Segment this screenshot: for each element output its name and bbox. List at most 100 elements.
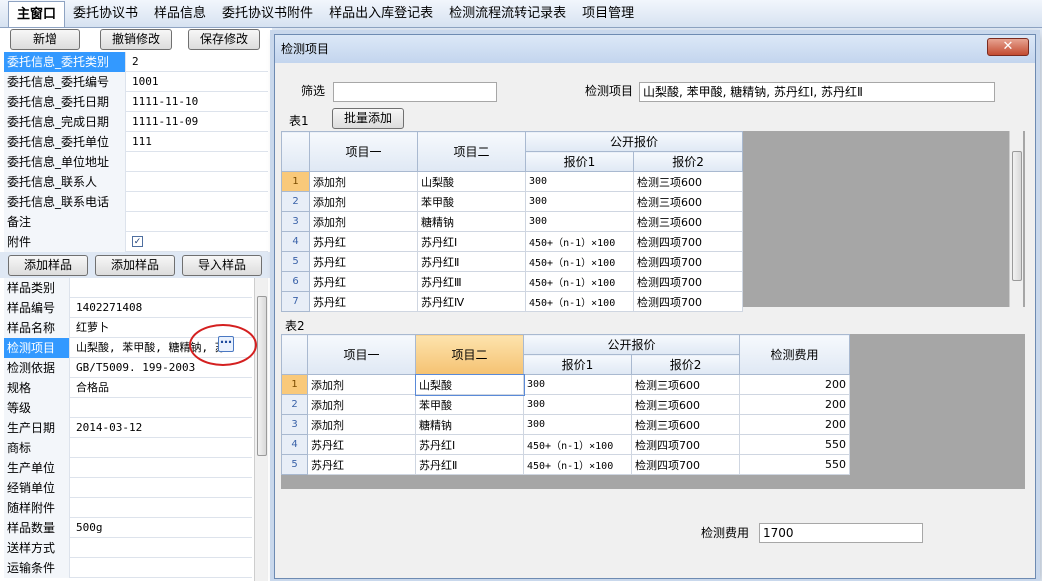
cell-item1[interactable]: 苏丹红 — [307, 454, 416, 475]
add-sample-button-2[interactable]: 添加样品 — [95, 255, 175, 276]
sample-grid-scrollbar[interactable] — [254, 278, 268, 581]
filter-input[interactable] — [333, 82, 497, 102]
row-number[interactable]: 3 — [281, 211, 310, 232]
scrollbar-thumb[interactable] — [1012, 151, 1022, 281]
cell-test-fee[interactable]: 200 — [739, 374, 851, 395]
entrust-prop-value[interactable]: 1111-11-10 — [128, 92, 198, 112]
entrust-prop-row[interactable]: 委托信息_委托编号 1001 — [4, 72, 268, 92]
table-row[interactable]: 5 苏丹红 苏丹红Ⅱ 450+（n-1）×100 检测四项700 550 — [281, 454, 851, 475]
table2-header-quote2[interactable]: 报价2 — [630, 354, 741, 375]
table-row[interactable]: 1 添加剂 山梨酸 300 检测三项600 — [281, 171, 744, 192]
save-changes-button[interactable]: 保存修改 — [188, 29, 260, 50]
cell-item2[interactable]: 苏丹红Ⅱ — [417, 251, 526, 272]
cell-quote1[interactable]: 300 — [523, 374, 632, 395]
add-sample-button[interactable]: 添加样品 — [8, 255, 88, 276]
table1-scrollbar[interactable] — [1009, 131, 1023, 307]
table1-header-item2[interactable]: 项目二 — [417, 131, 526, 172]
row-number[interactable]: 7 — [281, 291, 310, 312]
table1-corner[interactable] — [281, 131, 310, 172]
cell-quote2[interactable]: 检测四项700 — [630, 454, 741, 475]
sample-prop-value[interactable] — [72, 458, 76, 478]
cell-quote1[interactable]: 300 — [523, 414, 632, 435]
sample-prop-row[interactable]: 经销单位 — [4, 478, 252, 498]
sample-prop-row[interactable]: 规格 合格品 — [4, 378, 252, 398]
tab-sample-inout-log[interactable]: 样品出入库登记表 — [321, 1, 441, 27]
row-number[interactable]: 2 — [281, 394, 308, 415]
table-row[interactable]: 3 添加剂 糖精钠 300 检测三项600 — [281, 211, 744, 232]
cell-quote2[interactable]: 检测四项700 — [630, 434, 741, 455]
table-row[interactable]: 5 苏丹红 苏丹红Ⅱ 450+（n-1）×100 检测四项700 — [281, 251, 744, 272]
entrust-prop-row[interactable]: 委托信息_委托类别 2 — [4, 52, 268, 72]
entrust-prop-row[interactable]: 委托信息_联系电话 — [4, 192, 268, 212]
entrust-prop-value[interactable] — [128, 152, 132, 172]
tab-entrust-agreement[interactable]: 委托协议书 — [65, 1, 146, 27]
cell-item2[interactable]: 苯甲酸 — [415, 394, 524, 415]
cell-item2[interactable]: 山梨酸 — [414, 373, 525, 396]
row-number[interactable]: 3 — [281, 414, 308, 435]
table-row[interactable]: 6 苏丹红 苏丹红Ⅲ 450+（n-1）×100 检测四项700 — [281, 271, 744, 292]
cell-quote2[interactable]: 检测三项600 — [630, 374, 741, 395]
checkmark-icon[interactable]: ✓ — [132, 236, 143, 247]
cell-quote1[interactable]: 450+（n-1）×100 — [525, 231, 634, 252]
add-button[interactable]: 新增 — [10, 29, 80, 50]
cell-test-fee[interactable]: 200 — [739, 394, 851, 415]
cell-quote2[interactable]: 检测四项700 — [632, 231, 744, 252]
row-number[interactable]: 6 — [281, 271, 310, 292]
row-number[interactable]: 1 — [281, 374, 308, 395]
table-row[interactable]: 2 添加剂 苯甲酸 300 检测三项600 — [281, 191, 744, 212]
entrust-prop-row[interactable]: 附件 ✓ — [4, 232, 268, 252]
table-row[interactable]: 4 苏丹红 苏丹红Ⅰ 450+（n-1）×100 检测四项700 550 — [281, 434, 851, 455]
sample-prop-row[interactable]: 生产日期 2014-03-12 — [4, 418, 252, 438]
tab-agreement-attachment[interactable]: 委托协议书附件 — [214, 1, 321, 27]
row-number[interactable]: 5 — [281, 251, 310, 272]
entrust-prop-value[interactable] — [128, 172, 132, 192]
row-number[interactable]: 5 — [281, 454, 308, 475]
cell-item1[interactable]: 添加剂 — [309, 171, 418, 192]
sample-prop-value[interactable]: GB/T5009. 199-2003 — [72, 358, 195, 378]
sample-prop-value[interactable] — [72, 278, 76, 298]
cell-item2[interactable]: 苯甲酸 — [417, 191, 526, 212]
entrust-prop-row[interactable]: 委托信息_联系人 — [4, 172, 268, 192]
sample-prop-value[interactable] — [72, 438, 76, 458]
tab-sample-info[interactable]: 样品信息 — [146, 1, 214, 27]
sample-prop-value[interactable]: 合格品 — [72, 378, 109, 398]
cell-item1[interactable]: 苏丹红 — [309, 271, 418, 292]
cell-item1[interactable]: 添加剂 — [307, 414, 416, 435]
sample-prop-value[interactable] — [72, 478, 76, 498]
cell-item1[interactable]: 苏丹红 — [309, 251, 418, 272]
table2-header-item1[interactable]: 项目一 — [307, 334, 416, 375]
entrust-prop-value[interactable] — [128, 212, 132, 232]
cell-item2[interactable]: 苏丹红Ⅳ — [417, 291, 526, 312]
cell-item1[interactable]: 添加剂 — [307, 374, 416, 395]
cell-item2[interactable]: 苏丹红Ⅰ — [417, 231, 526, 252]
cell-quote1[interactable]: 450+（n-1）×100 — [523, 434, 632, 455]
sample-prop-row[interactable]: 商标 — [4, 438, 252, 458]
table1-header-quote2[interactable]: 报价2 — [632, 151, 744, 172]
close-icon[interactable]: ✕ — [987, 38, 1029, 56]
sample-prop-value[interactable] — [72, 498, 76, 518]
cell-item2[interactable]: 山梨酸 — [417, 171, 526, 192]
sample-prop-value[interactable] — [72, 398, 76, 418]
entrust-prop-value[interactable]: 1001 — [128, 72, 159, 92]
sample-prop-row[interactable]: 样品类别 — [4, 278, 252, 298]
cell-item1[interactable]: 苏丹红 — [309, 231, 418, 252]
entrust-prop-row[interactable]: 委托信息_完成日期 1111-11-09 — [4, 112, 268, 132]
cell-item2[interactable]: 苏丹红Ⅰ — [415, 434, 524, 455]
table2-header-item2[interactable]: 项目二 — [415, 334, 524, 375]
cell-item1[interactable]: 添加剂 — [309, 191, 418, 212]
table2-corner[interactable] — [281, 334, 308, 375]
cell-quote1[interactable]: 300 — [523, 394, 632, 415]
cell-item2[interactable]: 糖精钠 — [415, 414, 524, 435]
tab-project-management[interactable]: 项目管理 — [574, 1, 642, 27]
sample-prop-row[interactable]: 运输条件 — [4, 558, 252, 578]
table2-header-test-fee[interactable]: 检测费用 — [739, 334, 851, 375]
cell-item2[interactable]: 苏丹红Ⅲ — [417, 271, 526, 292]
cell-quote1[interactable]: 300 — [525, 211, 634, 232]
entrust-prop-value[interactable] — [128, 192, 132, 212]
entrust-prop-row[interactable]: 备注 — [4, 212, 268, 232]
table-row[interactable]: 3 添加剂 糖精钠 300 检测三项600 200 — [281, 414, 851, 435]
row-number[interactable]: 4 — [281, 231, 310, 252]
scrollbar-thumb[interactable] — [257, 296, 267, 456]
sample-prop-row[interactable]: 等级 — [4, 398, 252, 418]
entrust-prop-value[interactable]: 2 — [128, 52, 139, 72]
